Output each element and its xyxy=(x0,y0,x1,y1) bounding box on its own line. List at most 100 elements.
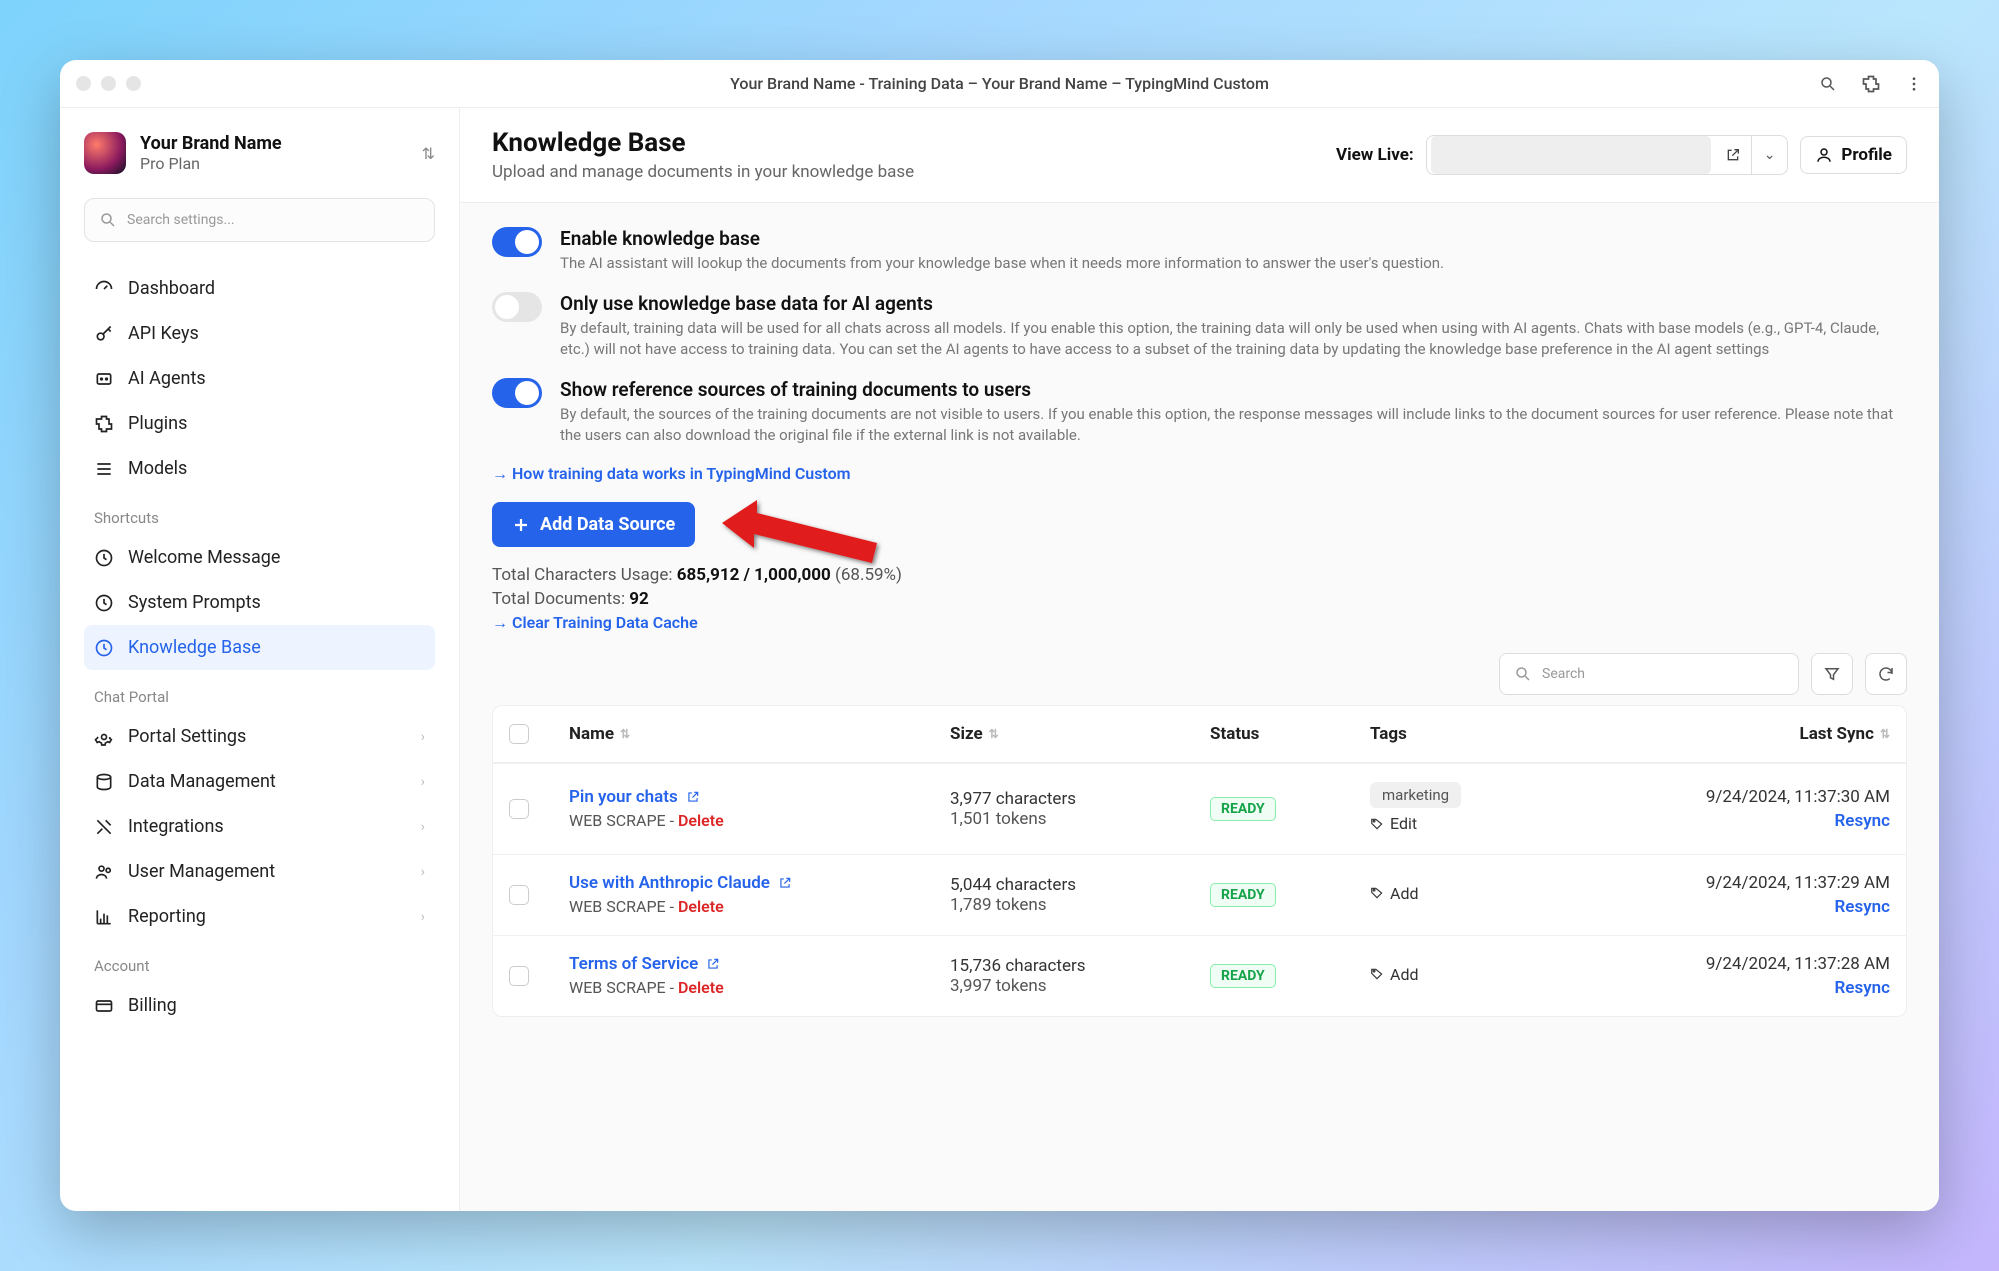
setting-title: Show reference sources of training docum… xyxy=(560,378,1907,401)
nav-integrations[interactable]: Integrations › xyxy=(84,804,435,849)
nav-models[interactable]: Models xyxy=(84,446,435,491)
tag-add-link[interactable]: Add xyxy=(1370,884,1418,903)
refresh-button[interactable] xyxy=(1865,653,1907,695)
nav-billing[interactable]: Billing xyxy=(84,983,435,1028)
main-panel: Knowledge Base Upload and manage documen… xyxy=(460,108,1939,1211)
tag-pill: marketing xyxy=(1370,782,1461,808)
setting-show-sources: Show reference sources of training docum… xyxy=(492,378,1907,446)
nav-plugins[interactable]: Plugins xyxy=(84,401,435,446)
external-link-icon xyxy=(686,790,700,804)
status-badge: READY xyxy=(1210,797,1276,821)
row-checkbox[interactable] xyxy=(509,966,529,986)
sidebar: Your Brand Name Pro Plan ⇅ Search settin… xyxy=(60,108,460,1211)
nav-label: User Management xyxy=(128,861,275,882)
setting-only-agents: Only use knowledge base data for AI agen… xyxy=(492,292,1907,360)
nav-ai-agents[interactable]: AI Agents xyxy=(84,356,435,401)
resync-link[interactable]: Resync xyxy=(1630,811,1890,831)
chevron-updown-icon: ⇅ xyxy=(422,144,435,163)
delete-link[interactable]: Delete xyxy=(678,897,724,916)
row-name-link[interactable]: Terms of Service xyxy=(569,954,720,974)
nav-label: Plugins xyxy=(128,413,187,434)
menu-icon[interactable] xyxy=(1905,74,1923,94)
database-icon xyxy=(94,772,114,792)
shortcuts-label: Shortcuts xyxy=(84,491,435,535)
status-badge: READY xyxy=(1210,964,1276,988)
nav-knowledge-base[interactable]: Knowledge Base xyxy=(84,625,435,670)
data-table: Name⇅ Size⇅ Status Tags Last Sync⇅ Pin y… xyxy=(492,705,1907,1017)
toggle-enable-kb[interactable] xyxy=(492,227,542,257)
external-link-icon xyxy=(706,957,720,971)
col-tags: Tags xyxy=(1370,724,1630,744)
setting-desc: The AI assistant will lookup the documen… xyxy=(560,253,1444,274)
size-tokens: 1,789 tokens xyxy=(950,895,1210,915)
nav-label: AI Agents xyxy=(128,368,206,389)
delete-link[interactable]: Delete xyxy=(678,811,724,830)
titlebar: Your Brand Name - Training Data – Your B… xyxy=(60,60,1939,108)
chevron-down-icon[interactable]: ⌄ xyxy=(1752,147,1788,163)
nav-data-management[interactable]: Data Management › xyxy=(84,759,435,804)
nav-portal-settings[interactable]: Portal Settings › xyxy=(84,714,435,759)
toggle-show-sources[interactable] xyxy=(492,378,542,408)
row-checkbox[interactable] xyxy=(509,799,529,819)
setting-title: Only use knowledge base data for AI agen… xyxy=(560,292,1907,315)
filter-button[interactable] xyxy=(1811,653,1853,695)
user-icon xyxy=(1815,146,1833,164)
external-link-icon[interactable] xyxy=(1715,136,1752,174)
gear-icon xyxy=(94,727,114,747)
clock-icon xyxy=(94,593,114,613)
tag-add-link[interactable]: Add xyxy=(1370,965,1418,984)
toggle-only-agents[interactable] xyxy=(492,292,542,322)
last-sync-date: 9/24/2024, 11:37:29 AM xyxy=(1630,873,1890,893)
brand-selector[interactable]: Your Brand Name Pro Plan ⇅ xyxy=(84,132,435,174)
last-sync-date: 9/24/2024, 11:37:30 AM xyxy=(1630,787,1890,807)
delete-link[interactable]: Delete xyxy=(678,978,724,997)
col-name[interactable]: Name⇅ xyxy=(569,724,950,744)
puzzle-icon xyxy=(94,414,114,434)
col-status: Status xyxy=(1210,724,1370,744)
sort-icon: ⇅ xyxy=(1880,727,1890,741)
chat-portal-label: Chat Portal xyxy=(84,670,435,714)
users-icon xyxy=(94,862,114,882)
tools-icon xyxy=(94,817,114,837)
select-all-checkbox[interactable] xyxy=(509,724,529,744)
nav-user-management[interactable]: User Management › xyxy=(84,849,435,894)
row-name-link[interactable]: Use with Anthropic Claude xyxy=(569,873,792,893)
nav-reporting[interactable]: Reporting › xyxy=(84,894,435,939)
row-checkbox[interactable] xyxy=(509,885,529,905)
setting-enable-kb: Enable knowledge base The AI assistant w… xyxy=(492,227,1907,274)
page-subtitle: Upload and manage documents in your know… xyxy=(492,162,914,182)
tag-icon xyxy=(1370,817,1384,831)
last-sync-date: 9/24/2024, 11:37:28 AM xyxy=(1630,954,1890,974)
tag-edit-link[interactable]: Edit xyxy=(1370,814,1417,833)
tag-icon xyxy=(1370,886,1384,900)
nav-label: Knowledge Base xyxy=(128,637,261,658)
view-live-selector[interactable]: ⌄ xyxy=(1426,135,1789,175)
resync-link[interactable]: Resync xyxy=(1630,978,1890,998)
sort-icon: ⇅ xyxy=(989,727,999,741)
add-data-source-button[interactable]: Add Data Source xyxy=(492,502,695,547)
nav-api-keys[interactable]: API Keys xyxy=(84,311,435,356)
search-icon[interactable] xyxy=(1819,74,1837,94)
clear-cache-link[interactable]: → Clear Training Data Cache xyxy=(492,613,698,632)
nav-system-prompts[interactable]: System Prompts xyxy=(84,580,435,625)
nav-welcome-message[interactable]: Welcome Message xyxy=(84,535,435,580)
extension-icon[interactable] xyxy=(1861,74,1881,94)
resync-link[interactable]: Resync xyxy=(1630,897,1890,917)
sort-icon: ⇅ xyxy=(620,727,630,741)
nav-label: System Prompts xyxy=(128,592,261,613)
page-title: Knowledge Base xyxy=(492,128,914,158)
setting-title: Enable knowledge base xyxy=(560,227,1444,250)
how-link[interactable]: → How training data works in TypingMind … xyxy=(492,464,851,483)
nav-dashboard[interactable]: Dashboard xyxy=(84,266,435,311)
profile-button[interactable]: Profile xyxy=(1800,136,1907,174)
gauge-icon xyxy=(94,279,114,299)
row-name-link[interactable]: Pin your chats xyxy=(569,787,700,807)
chart-icon xyxy=(94,907,114,927)
size-tokens: 3,997 tokens xyxy=(950,976,1210,996)
search-settings-input[interactable]: Search settings... xyxy=(84,198,435,242)
col-size[interactable]: Size⇅ xyxy=(950,724,1210,744)
chevron-right-icon: › xyxy=(421,819,425,835)
chevron-right-icon: › xyxy=(421,864,425,880)
col-last-sync[interactable]: Last Sync⇅ xyxy=(1630,724,1890,744)
table-search-input[interactable]: Search xyxy=(1499,653,1799,695)
